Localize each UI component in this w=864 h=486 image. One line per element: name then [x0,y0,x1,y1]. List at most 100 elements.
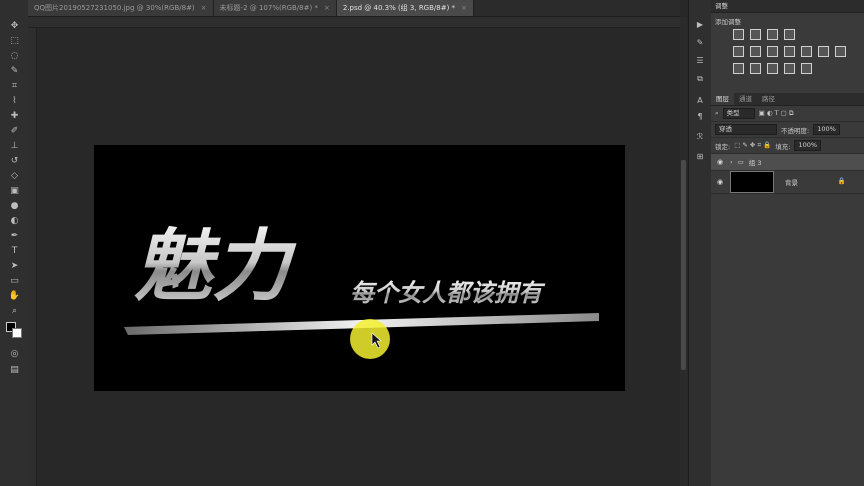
adjust-brush-icon[interactable]: ☰ [695,56,705,66]
close-icon[interactable]: × [201,0,207,16]
blur-tool-icon[interactable]: ● [8,200,21,213]
adjustments-title: 添加调整 [715,18,741,26]
cursor-highlight [350,319,390,359]
brightness-icon[interactable] [733,29,744,40]
adjustments-panel-header[interactable]: 调整 [711,0,864,13]
layers-panel-tabs: 图层 通道 路径 [711,93,864,106]
document-canvas[interactable]: 魅力 每个女人都该拥有 [94,145,625,391]
panel-dock: ▶ ✎ ☰ ⧉ A ¶ ℛ ⊞ [688,0,712,486]
gradient-map-icon[interactable] [784,63,795,74]
eyedropper-tool-icon[interactable]: ⌇ [8,95,21,108]
filter-kind-select[interactable]: 类型 [722,108,755,119]
selective-color-icon[interactable] [801,63,812,74]
lock-icon: 🔒 [837,177,846,185]
blend-mode-select[interactable]: 穿透 [715,124,777,135]
screen-mode-icon[interactable]: ▤ [8,364,21,377]
paragraph-icon[interactable]: ¶ [695,112,705,122]
adjustment-row-1 [733,29,795,40]
photo-filter-icon[interactable] [801,46,812,57]
lock-icons[interactable]: ⬚ ✎ ✥ ⌗ 🔒 [734,141,771,150]
layer-name: 组 3 [748,159,762,167]
tab-label: QQ图片20190527231050.jpg @ 30%(RGB/8#) [34,4,195,12]
subtitle-text: 每个女人都该拥有 [350,279,546,307]
vibrance-icon[interactable] [733,46,744,57]
curves-icon[interactable] [767,29,778,40]
adjustment-row-2 [733,46,846,57]
folder-icon: ▭ [737,158,744,166]
hue-saturation-icon[interactable] [750,46,761,57]
layer-name: 背景 [785,179,798,187]
gradient-tool-icon[interactable]: ▣ [8,185,21,198]
filter-icons[interactable]: ▣ ◐ T ▢ ⧉ [759,109,794,118]
quick-select-tool-icon[interactable]: ✎ [8,65,21,78]
exposure-icon[interactable] [784,29,795,40]
crop-tool-icon[interactable]: ⌗ [8,80,21,93]
main-title-text: 魅力 [134,222,297,312]
invert-icon[interactable] [733,63,744,74]
tab-layers[interactable]: 图层 [711,93,734,105]
document-tabs: QQ图片20190527231050.jpg @ 30%(RGB/8#) × 未… [28,0,680,17]
healing-brush-tool-icon[interactable]: ✚ [8,110,21,123]
pen-tool-icon[interactable]: ✒ [8,230,21,243]
tab-label: 2.psd @ 40.3% (组 3, RGB/8#) * [342,4,456,12]
layer-filter-row: ⌕ 类型 ▣ ◐ T ▢ ⧉ [711,106,864,122]
properties-icon[interactable]: ⊞ [695,152,705,162]
black-white-icon[interactable] [784,46,795,57]
tab-channels[interactable]: 通道 [734,93,757,105]
fill-input[interactable]: 100% [794,140,822,151]
chevron-right-icon[interactable]: › [730,158,733,166]
tab-paths[interactable]: 路径 [757,93,780,105]
channel-mixer-icon[interactable] [818,46,829,57]
close-icon[interactable]: × [461,0,467,16]
tab-untitled-2[interactable]: 未标题-2 @ 107%(RGB/8#) * × [213,0,337,16]
character-icon[interactable]: A [695,96,705,106]
eraser-tool-icon[interactable]: ◇ [8,170,21,183]
eye-icon[interactable]: ◉ [715,158,725,166]
history-brush-tool-icon[interactable]: ↺ [8,155,21,168]
posterize-icon[interactable] [750,63,761,74]
opacity-input[interactable]: 100% [813,124,840,135]
scrollbar-thumb[interactable] [681,160,686,370]
stamp-tool-icon[interactable]: ⊥ [8,140,21,153]
adjustments-panel: 添加调整 [711,13,864,79]
tools-panel: ✥ ⬚ ◌ ✎ ⌗ ⌇ ✚ ✐ ⊥ ↺ ◇ ▣ ● ◐ ✒ T ➤ ▭ ✋ ⌕ … [0,0,29,486]
quick-mask-icon[interactable]: ◎ [8,348,21,361]
play-icon[interactable]: ▶ [695,20,705,30]
tab-qq-image[interactable]: QQ图片20190527231050.jpg @ 30%(RGB/8#) × [28,0,214,16]
vertical-ruler [28,28,37,486]
layer-thumbnail [730,171,774,193]
color-balance-icon[interactable] [767,46,778,57]
move-tool-icon[interactable]: ✥ [8,20,21,33]
tab-2-psd[interactable]: 2.psd @ 40.3% (组 3, RGB/8#) * × [336,0,474,16]
tab-label: 未标题-2 @ 107%(RGB/8#) * [219,4,318,12]
marquee-tool-icon[interactable]: ⬚ [8,35,21,48]
artwork: 魅力 每个女人都该拥有 [124,222,599,359]
levels-icon[interactable] [750,29,761,40]
adjustment-row-3 [733,63,812,74]
brush-tool-icon[interactable]: ✐ [8,125,21,138]
shape-tool-icon[interactable]: ▭ [8,275,21,288]
path-select-tool-icon[interactable]: ➤ [8,260,21,273]
lock-row: 锁定: ⬚ ✎ ✥ ⌗ 🔒 填充: 100% [711,138,864,154]
search-icon: ⌕ [715,109,719,117]
threshold-icon[interactable] [767,63,778,74]
zoom-tool-icon[interactable]: ⌕ [8,305,21,318]
lasso-tool-icon[interactable]: ◌ [8,50,21,63]
blend-mode-row: 穿透 不透明度: 100% [711,122,864,138]
glyphs-icon[interactable]: ℛ [695,132,705,142]
layer-row-group-3[interactable]: ◉ › ▭ 组 3 [711,154,864,171]
lock-label: 锁定: [715,142,731,151]
hand-tool-icon[interactable]: ✋ [8,290,21,303]
clone-source-icon[interactable]: ⧉ [695,74,705,84]
background-color-swatch[interactable] [12,328,22,338]
right-panels: 调整 添加调整 图层 通道 路径 ⌕ 类型 ▣ ◐ T ▢ ⧉ 穿透 不透明度:… [711,0,864,486]
type-tool-icon[interactable]: T [8,245,21,258]
eye-icon[interactable]: ◉ [715,178,725,186]
opacity-label: 不透明度: [781,126,810,135]
brush-settings-icon[interactable]: ✎ [695,38,705,48]
dodge-tool-icon[interactable]: ◐ [8,215,21,228]
horizontal-ruler [28,17,680,28]
color-lookup-icon[interactable] [835,46,846,57]
close-icon[interactable]: × [324,0,330,16]
layer-row-background[interactable]: ◉ 背景 🔒 [711,171,864,194]
